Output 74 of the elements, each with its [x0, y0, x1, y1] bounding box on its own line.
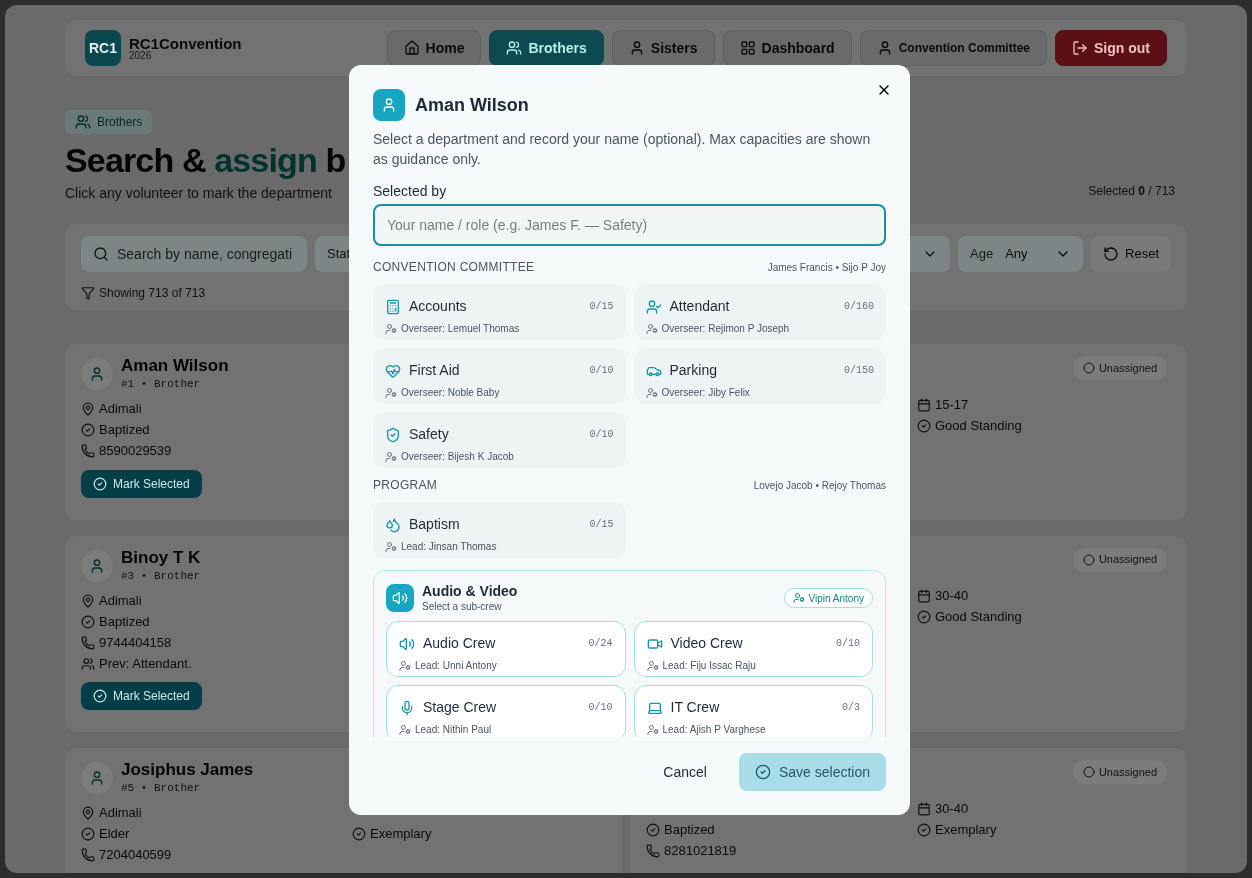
- app-name: RC1Convention: [129, 35, 242, 51]
- status-badge: Unassigned: [1072, 547, 1167, 572]
- capacity-count: 0/24: [588, 637, 613, 651]
- group-subtitle: Select a sub-crew: [422, 600, 503, 613]
- detail-text: Adimali: [99, 804, 142, 823]
- department-name: IT Crew: [670, 698, 720, 717]
- capacity-count: 0/10: [589, 364, 614, 378]
- detail-text: 9744404158: [99, 633, 172, 652]
- detail-text: 7204040599: [99, 846, 172, 865]
- detail-text: Exemplary: [370, 825, 432, 844]
- capacity-count: 0/150: [844, 364, 874, 378]
- capacity-count: 0/15: [589, 300, 614, 314]
- status-badge: Unassigned: [1072, 356, 1167, 380]
- department-name: Audio Crew: [423, 634, 496, 653]
- detail-text: 8281021819: [664, 841, 737, 860]
- detail-text: 15-17: [935, 395, 969, 414]
- detail-text: Baptized: [664, 820, 715, 839]
- detail-text: Exemplary: [935, 820, 997, 839]
- lead-chip: Vipin Antony: [783, 588, 873, 608]
- person-text: Overseer: Jiby Felix: [661, 386, 750, 400]
- group-title: Audio & Video: [422, 583, 518, 601]
- section-badge: Brothers: [65, 110, 153, 134]
- detail-text: Adimali: [99, 400, 142, 419]
- department-name: Video Crew: [670, 634, 743, 653]
- department-name: First Aid: [409, 361, 460, 380]
- capacity-count: 0/10: [836, 637, 860, 651]
- capacity-count: 0/10: [589, 428, 614, 442]
- year-text: 2026: [129, 50, 153, 61]
- person-text: Lead: Jinsan Thomas: [401, 540, 497, 554]
- page-title: Search & assign b: [65, 140, 346, 181]
- department-name: Attendant: [669, 297, 730, 316]
- capacity-count: 0/160: [844, 300, 874, 314]
- person-text: Lead: Ajish P Varghese: [662, 723, 766, 737]
- section-heading: PROGRAM: [373, 477, 438, 494]
- detail-text: Good Standing: [935, 416, 1022, 435]
- logo: RC1: [85, 30, 121, 66]
- department-name: Accounts: [409, 297, 467, 316]
- section-heading: CONVENTION COMMITTEE: [373, 259, 535, 276]
- status-badge: Unassigned: [1072, 760, 1167, 784]
- volunteer-name: Josiphus James: [121, 760, 254, 780]
- volunteer-meta: #3 • Brother: [121, 568, 201, 584]
- person-text: Overseer: Noble Baby: [401, 386, 500, 400]
- volunteer-meta: #1 • Brother: [121, 377, 202, 392]
- person-text: Overseer: Lemuel Thomas: [401, 322, 520, 336]
- page-subtitle: Click any volunteer to mark the department: [65, 184, 333, 203]
- selected-count: Selected 0 / 713: [1088, 183, 1175, 200]
- detail-text: 30-40: [935, 587, 969, 606]
- dialog-title: Aman Wilson: [415, 93, 529, 117]
- dialog-description: Select a department and record your name (optional). Max capacities are shown as guidance only.: [373, 130, 872, 169]
- volunteer-name: Binoy T K: [121, 547, 201, 568]
- detail-text: Good Standing: [935, 608, 1022, 627]
- showing-count: Showing 713 of 713: [99, 285, 206, 302]
- field-label: Selected by: [373, 182, 448, 201]
- person-text: Lead: Fiju Issac Raju: [662, 659, 756, 673]
- detail-text: 30-40: [935, 799, 969, 818]
- detail-text: Baptized: [99, 612, 150, 631]
- detail-text: Baptized: [99, 421, 150, 440]
- section-leads: Lovejo Jacob • Rejoy Thomas: [753, 478, 886, 493]
- person-text: Lead: Unni Antony: [415, 659, 497, 673]
- person-text: Overseer: Rejimon P Joseph: [661, 322, 790, 336]
- capacity-count: 0/15: [589, 518, 614, 532]
- person-text: Overseer: Bijesh K Jacob: [401, 450, 514, 464]
- department-name: Parking: [669, 361, 717, 380]
- department-name: Safety: [409, 425, 449, 444]
- section-leads: James Francis • Sijo P Joy: [767, 260, 886, 275]
- capacity-count: 0/10: [588, 701, 613, 715]
- capacity-count: 0/3: [842, 701, 860, 715]
- detail-text: Elder: [99, 825, 130, 844]
- detail-text: Prev: Attendant.: [99, 654, 192, 673]
- detail-text: 8590029539: [99, 442, 172, 461]
- volunteer-name: Aman Wilson: [121, 356, 229, 376]
- department-name: Stage Crew: [423, 698, 497, 717]
- detail-text: Adimali: [99, 591, 142, 610]
- volunteer-meta: #5 • Brother: [121, 781, 202, 796]
